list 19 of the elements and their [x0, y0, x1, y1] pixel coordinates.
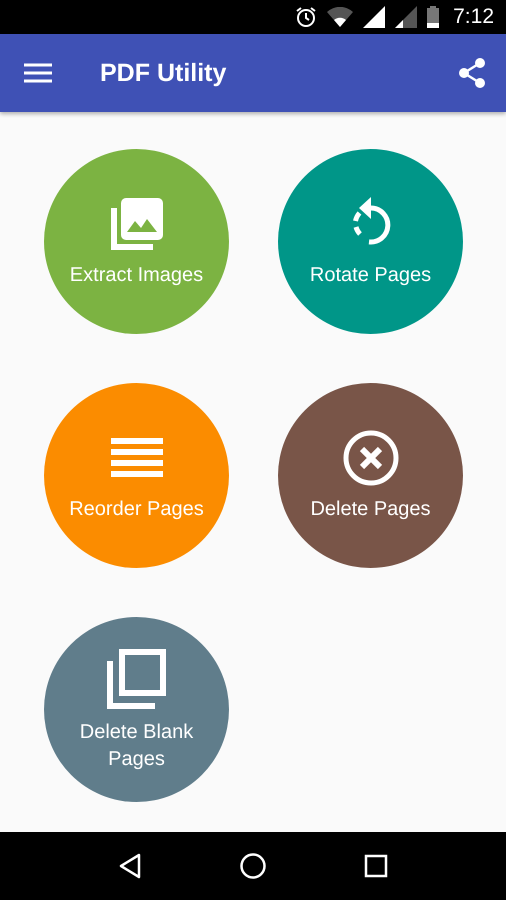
signal-icon: [395, 6, 418, 28]
alarm-icon: [295, 6, 318, 28]
tool-button[interactable]: Delete Pages: [278, 383, 463, 568]
clock-time: 7:12: [453, 5, 494, 29]
tool-button[interactable]: Delete Blank Pages: [44, 617, 229, 802]
wifi-icon: [327, 7, 354, 27]
share-button[interactable]: [458, 58, 486, 88]
back-button[interactable]: [118, 853, 142, 879]
tool-button[interactable]: Extract Images: [44, 149, 229, 334]
app-title: PDF Utility: [100, 58, 228, 88]
tool-button[interactable]: Reorder Pages: [44, 383, 229, 568]
signal-icon: [363, 6, 386, 28]
recents-button[interactable]: [364, 854, 388, 878]
copy-icon: [104, 646, 168, 710]
menu-button[interactable]: [24, 63, 52, 83]
close-circle-icon: [340, 428, 400, 488]
battery-icon: [427, 6, 440, 28]
tool-button[interactable]: Rotate Pages: [278, 149, 463, 334]
home-button[interactable]: [238, 852, 267, 880]
